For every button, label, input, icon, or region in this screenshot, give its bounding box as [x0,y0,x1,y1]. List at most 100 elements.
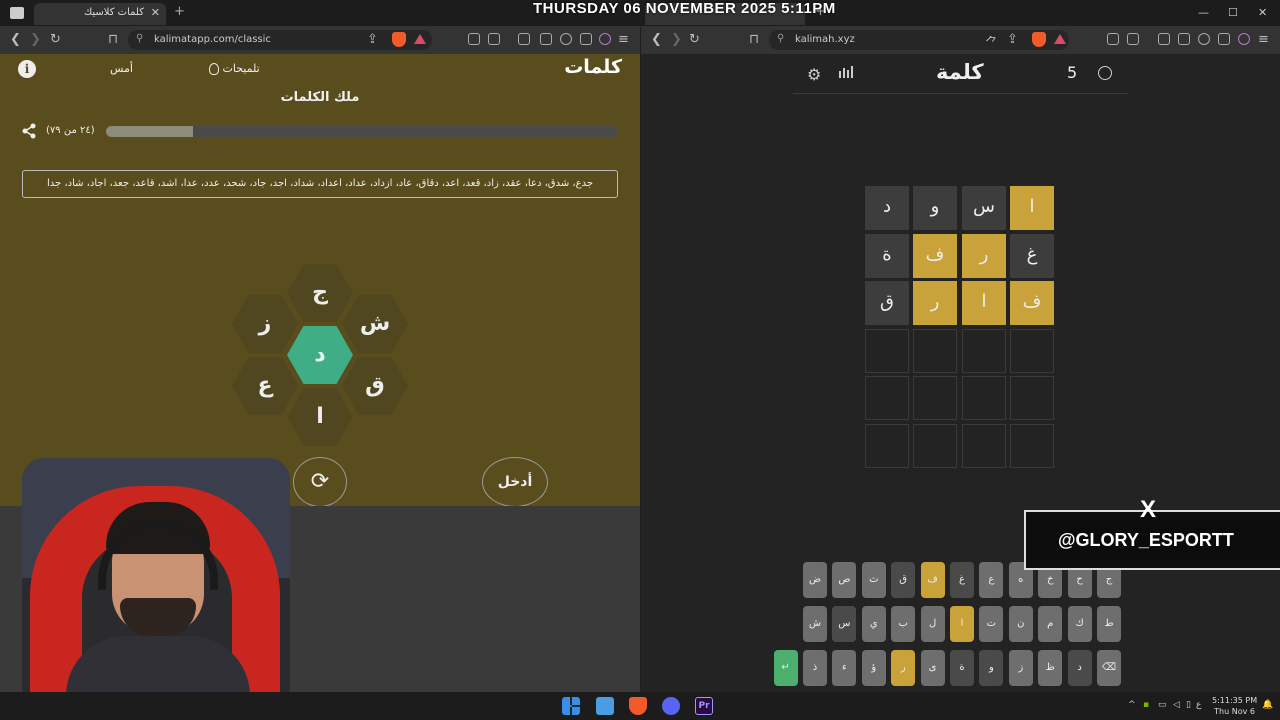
reload-icon[interactable]: ↻ [689,32,700,47]
leo-icon[interactable] [1198,33,1210,45]
leo-icon[interactable] [560,33,572,45]
letter-hex-bottom-right[interactable]: ق [342,357,408,415]
back-icon[interactable]: ❮ [651,32,662,47]
translate-icon[interactable]: ⺈ [985,32,998,51]
gpu-icon[interactable]: ▪ [1143,700,1149,710]
clock[interactable]: 5:11:35 PM Thu Nov 6 [1212,695,1257,717]
letter-hex-top-left[interactable]: ز [232,295,298,353]
keyboard-key[interactable]: ى [920,650,945,686]
brave-shields-icon[interactable] [392,32,406,47]
share-page-icon[interactable]: ⇪ [1007,32,1018,47]
keyboard-key[interactable]: ز [1008,650,1033,686]
tab-search-icon[interactable] [1127,33,1139,45]
bookmark-icon[interactable]: ⊓ [749,32,759,47]
volume-icon[interactable]: ◁ [1173,700,1180,710]
minimize-icon[interactable]: — [1198,6,1209,19]
bookmark-icon[interactable]: ⊓ [108,32,118,47]
close-window-icon[interactable]: ✕ [1258,6,1267,19]
window-menu-icon[interactable] [10,7,24,19]
wallet-icon[interactable] [540,33,552,45]
keyboard-key[interactable]: ء [832,650,857,686]
brave-rewards-icon[interactable] [414,34,426,44]
keyboard-key[interactable]: ق [891,562,916,598]
keyboard-key[interactable]: ذ [803,650,827,686]
url-field[interactable]: ⚲ kalimatapp.com/classic [128,30,432,50]
battery-icon[interactable]: ▯ [1186,700,1191,710]
tab-search-icon[interactable] [488,33,500,45]
brave-browser-icon[interactable] [629,697,647,715]
discord-icon[interactable] [662,697,680,715]
windows-start-icon[interactable] [562,697,580,715]
keyboard-key[interactable]: ت [979,606,1004,642]
keyboard-key[interactable]: ع [979,562,1004,598]
keyboard-key[interactable]: ر [891,650,916,686]
maximize-icon[interactable]: ☐ [1228,6,1238,19]
wallet-icon[interactable] [1178,33,1190,45]
menu-icon[interactable]: ≡ [1258,32,1269,47]
sidebar-icon[interactable] [1158,33,1170,45]
info-icon[interactable]: i [18,60,36,78]
keyboard-key[interactable]: و [979,650,1004,686]
url-field[interactable]: ⚲ kalimah.xyz [769,30,1069,50]
reload-icon[interactable]: ↻ [50,32,61,47]
profile-icon[interactable] [1238,33,1250,45]
network-icon[interactable]: ▭ [1158,700,1167,710]
kalimah-logo[interactable]: كلمة [936,60,984,84]
forward-icon[interactable]: ❯ [30,32,41,47]
vpn-icon[interactable] [1218,33,1230,45]
timer-icon[interactable] [1098,66,1112,80]
keyboard-key[interactable]: ظ [1038,650,1063,686]
keyboard-key[interactable]: ص [832,562,857,598]
kalimat-logo[interactable]: كلمات [564,56,622,78]
found-words-list[interactable]: جدع، شدق، دعا، عقد، زاد، قعد، اعد، دقاق،… [22,170,618,198]
forward-icon[interactable]: ❯ [671,32,682,47]
keyboard-key[interactable]: غ [950,562,974,598]
notification-bell-icon[interactable]: 🔔 [1262,700,1273,710]
profile-icon[interactable] [599,33,611,45]
language-indicator[interactable]: ع [1196,700,1201,710]
keyboard-key[interactable]: ة [950,650,974,686]
keyboard-key[interactable]: ي [861,606,886,642]
settings-icon[interactable]: ⚙ [807,65,821,84]
keyboard-key[interactable]: ش [803,606,827,642]
letter-hex-bottom-left[interactable]: ع [232,357,298,415]
yesterday-button[interactable]: أمس [110,62,133,75]
menu-icon[interactable]: ≡ [618,32,629,47]
extensions-icon[interactable] [1107,33,1119,45]
enter-button[interactable]: أدخل [482,457,548,507]
keyboard-key[interactable]: ب [891,606,916,642]
site-info-icon[interactable]: ⚲ [136,33,143,44]
enter-key[interactable]: ↵ [773,650,798,686]
keyboard-key[interactable]: ض [803,562,827,598]
letter-hex-center[interactable]: د [287,326,353,384]
vpn-icon[interactable] [580,33,592,45]
tab-kalimat-classic[interactable]: كلمات كلاسيك ✕ [34,3,166,25]
site-info-icon[interactable]: ⚲ [777,33,784,44]
keyboard-key[interactable]: ا [950,606,974,642]
keyboard-key[interactable]: م [1038,606,1063,642]
back-icon[interactable]: ❮ [10,32,21,47]
backspace-key[interactable]: ⌫ [1097,650,1121,686]
tray-chevron-icon[interactable]: ^ [1128,700,1136,710]
stats-icon[interactable] [838,65,854,79]
keyboard-key[interactable]: ل [920,606,945,642]
keyboard-key[interactable]: ك [1067,606,1092,642]
letter-hex-bottom[interactable]: ا [287,388,353,446]
new-tab-icon[interactable]: + [174,4,185,19]
keyboard-key[interactable]: س [832,606,857,642]
keyboard-key[interactable]: ف [920,562,945,598]
keyboard-key[interactable]: ط [1097,606,1121,642]
shuffle-button[interactable]: ⟳ [293,457,347,507]
extensions-icon[interactable] [468,33,480,45]
letter-hex-top[interactable]: ج [287,264,353,322]
keyboard-key[interactable]: ث [861,562,886,598]
premiere-pro-icon[interactable]: Pr [695,697,713,715]
close-icon[interactable]: ✕ [151,6,160,19]
brave-rewards-icon[interactable] [1054,34,1066,44]
keyboard-key[interactable]: د [1067,650,1092,686]
letter-hex-top-right[interactable]: ش [342,295,408,353]
share-page-icon[interactable]: ⇪ [367,32,378,47]
keyboard-key[interactable]: ؤ [861,650,886,686]
hints-button[interactable]: تلميحات [207,62,260,75]
keyboard-key[interactable]: ن [1008,606,1033,642]
